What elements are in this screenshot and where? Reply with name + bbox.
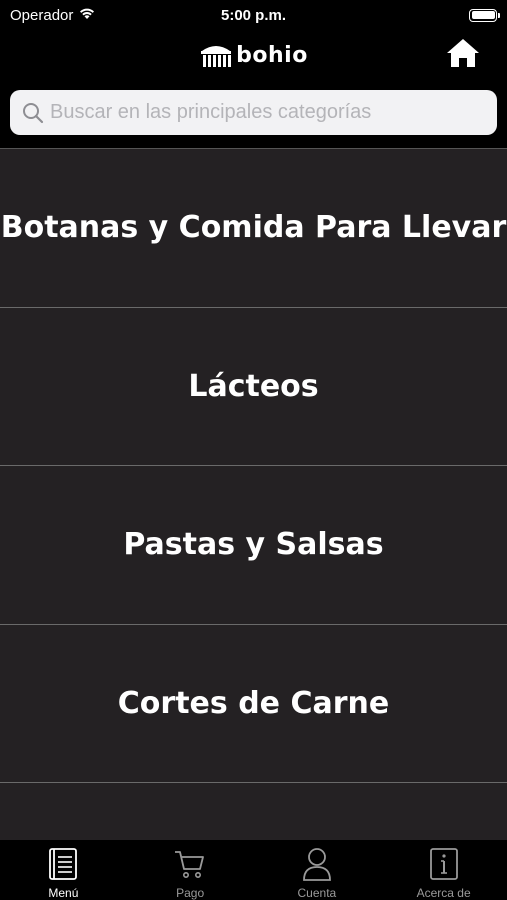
status-time: 5:00 p.m. — [220, 6, 287, 24]
search-input[interactable] — [50, 101, 490, 124]
category-item-cortes[interactable]: Cortes de Carne — [0, 624, 507, 783]
home-icon — [447, 39, 479, 67]
hut-logo-icon — [201, 46, 232, 67]
tab-label: Cuenta — [297, 886, 337, 900]
battery-icon — [469, 8, 500, 22]
tab-bar: Menú Pago Cuenta Acerca de — [0, 840, 507, 900]
status-right — [337, 8, 500, 22]
category-item-lacteos[interactable]: Lácteos — [0, 307, 507, 466]
category-item-botanas[interactable]: Botanas y Comida Para Llevar — [0, 149, 507, 308]
wifi-icon — [78, 6, 96, 24]
status-left: Operador — [10, 6, 170, 24]
info-icon — [428, 847, 460, 881]
user-icon — [301, 847, 333, 881]
tab-label: Menú — [48, 886, 79, 900]
app-screen: Operador 5:00 p.m. bohio Buscar en las p… — [0, 0, 507, 900]
tab-label: Pago — [176, 886, 205, 900]
category-label: Cortes de Carne — [117, 685, 390, 721]
tab-cuenta[interactable]: Cuenta — [254, 840, 381, 900]
category-label: Botanas y Comida Para Llevar — [0, 210, 507, 246]
carrier-label: Operador — [10, 6, 74, 24]
tab-pago[interactable]: Pago — [127, 840, 254, 900]
menu-book-icon — [47, 847, 79, 881]
search-bar[interactable] — [10, 90, 497, 135]
category-list: Botanas y Comida Para Llevar Lácteos Pas… — [0, 148, 507, 840]
logo-text: bohio — [236, 42, 308, 68]
battery-fill — [471, 11, 495, 19]
category-label: Lácteos — [188, 368, 319, 404]
category-item-partial[interactable] — [0, 783, 507, 840]
tab-label: Acerca de — [416, 886, 471, 900]
tab-menu[interactable]: Menú — [0, 840, 127, 900]
tab-acerca-de[interactable]: Acerca de — [380, 840, 507, 900]
search-icon — [23, 102, 44, 123]
nav-bar: bohio — [0, 30, 507, 80]
bohio-logo: bohio — [199, 42, 308, 68]
home-button[interactable] — [445, 36, 481, 70]
status-bar: Operador 5:00 p.m. — [0, 0, 507, 30]
cart-icon — [174, 847, 206, 881]
category-item-pastas[interactable]: Pastas y Salsas — [0, 466, 507, 625]
category-label: Pastas y Salsas — [123, 527, 384, 563]
